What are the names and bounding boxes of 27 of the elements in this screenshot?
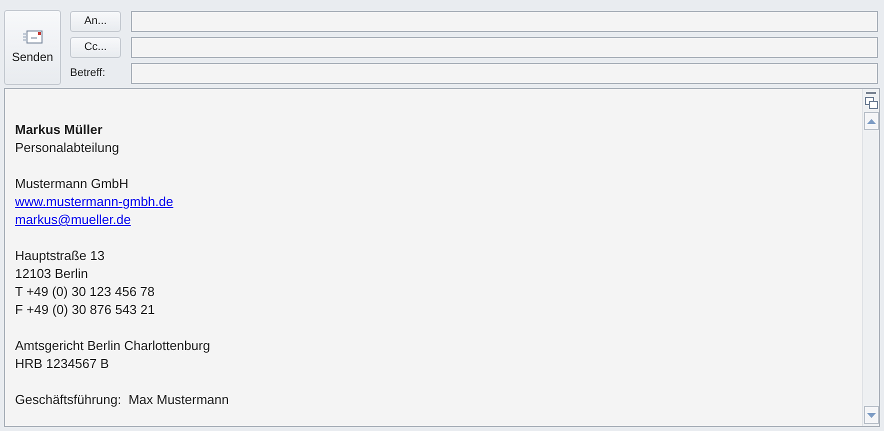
signature-line: HRB 1234567 B xyxy=(15,355,110,373)
scrollbar[interactable] xyxy=(862,89,879,426)
recipient-field[interactable] xyxy=(131,37,878,58)
signature-line: Personalabteilung xyxy=(15,139,120,157)
recipient-button[interactable]: An... xyxy=(70,11,121,32)
scroll-up-button[interactable] xyxy=(864,112,878,130)
up-arrow-icon xyxy=(866,118,876,124)
signature-line: Geschäftsführung: Max Mustermann xyxy=(15,391,230,409)
send-button[interactable]: Senden xyxy=(4,10,61,85)
signature-name: Markus Müller xyxy=(15,121,104,139)
signature-line: Hauptstraße 13 xyxy=(15,247,106,265)
signature-link[interactable]: www.mustermann-gmbh.de xyxy=(15,194,174,209)
message-body[interactable] xyxy=(4,88,880,427)
down-arrow-icon xyxy=(866,412,876,418)
subject-field[interactable] xyxy=(131,63,878,84)
signature-line: T +49 (0) 30 123 456 78 xyxy=(15,283,156,301)
envelope-icon xyxy=(22,30,42,44)
signature-link[interactable]: markus@mueller.de xyxy=(15,212,131,227)
recipient-field[interactable] xyxy=(131,11,878,32)
signature-line: Amtsgericht Berlin Charlottenburg xyxy=(15,337,212,355)
split-window-icon[interactable] xyxy=(864,97,878,109)
signature-line: 12103 Berlin xyxy=(15,265,89,283)
signature-line: F +49 (0) 30 876 543 21 xyxy=(15,301,156,319)
subject-label: Betreff: xyxy=(70,66,106,82)
scroll-down-button[interactable] xyxy=(864,406,878,424)
recipient-button[interactable]: Cc... xyxy=(70,37,121,58)
signature-line: Mustermann GmbH xyxy=(15,175,130,193)
